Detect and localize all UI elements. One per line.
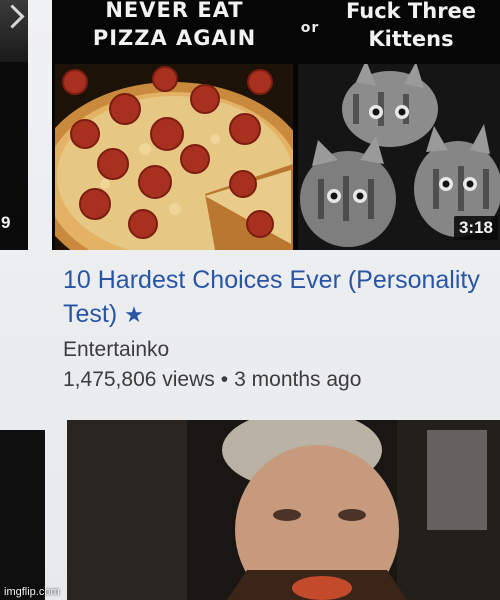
next-video-thumbnail[interactable]	[67, 420, 500, 600]
view-count: 1,475,806 views	[63, 368, 215, 391]
caption-left-line1: NEVER EAT	[105, 0, 244, 22]
duration-badge: 3:18	[453, 216, 498, 240]
video-thumbnail[interactable]: NEVER EAT PIZZA AGAIN or Fuck Three Kitt…	[52, 0, 500, 250]
video-title[interactable]: 10 Hardest Choices Ever (Personality Tes…	[63, 263, 483, 332]
video-list: 9 NEVER EAT PIZZA AGAIN or Fuck Three Ki…	[0, 0, 500, 600]
caption-right-line2: Kittens	[368, 27, 454, 51]
previous-video-thumbnail[interactable]: 9	[0, 0, 28, 250]
imgflip-watermark: imgflip.com	[4, 586, 60, 598]
caption-right-line1: Fuck Three	[345, 0, 477, 23]
thumbnail-caption-left: NEVER EAT PIZZA AGAIN	[52, 0, 297, 66]
previous-duration-badge: 9	[0, 211, 28, 235]
pizza-image	[55, 64, 293, 250]
previous-thumbnail-image	[0, 0, 28, 62]
star-icon: ★	[124, 302, 144, 327]
meta-separator: •	[220, 368, 229, 391]
caption-left-line2: PIZZA AGAIN	[92, 26, 257, 50]
thumbnail-caption-right: Fuck Three Kittens	[322, 0, 500, 66]
upload-age: 3 months ago	[234, 368, 362, 391]
next-thumbnail-image	[67, 420, 500, 600]
channel-name[interactable]: Entertainko	[63, 338, 169, 362]
next-row-left-thumbnail[interactable]	[0, 430, 45, 600]
video-meta: 1,475,806 views • 3 months ago	[63, 368, 361, 392]
